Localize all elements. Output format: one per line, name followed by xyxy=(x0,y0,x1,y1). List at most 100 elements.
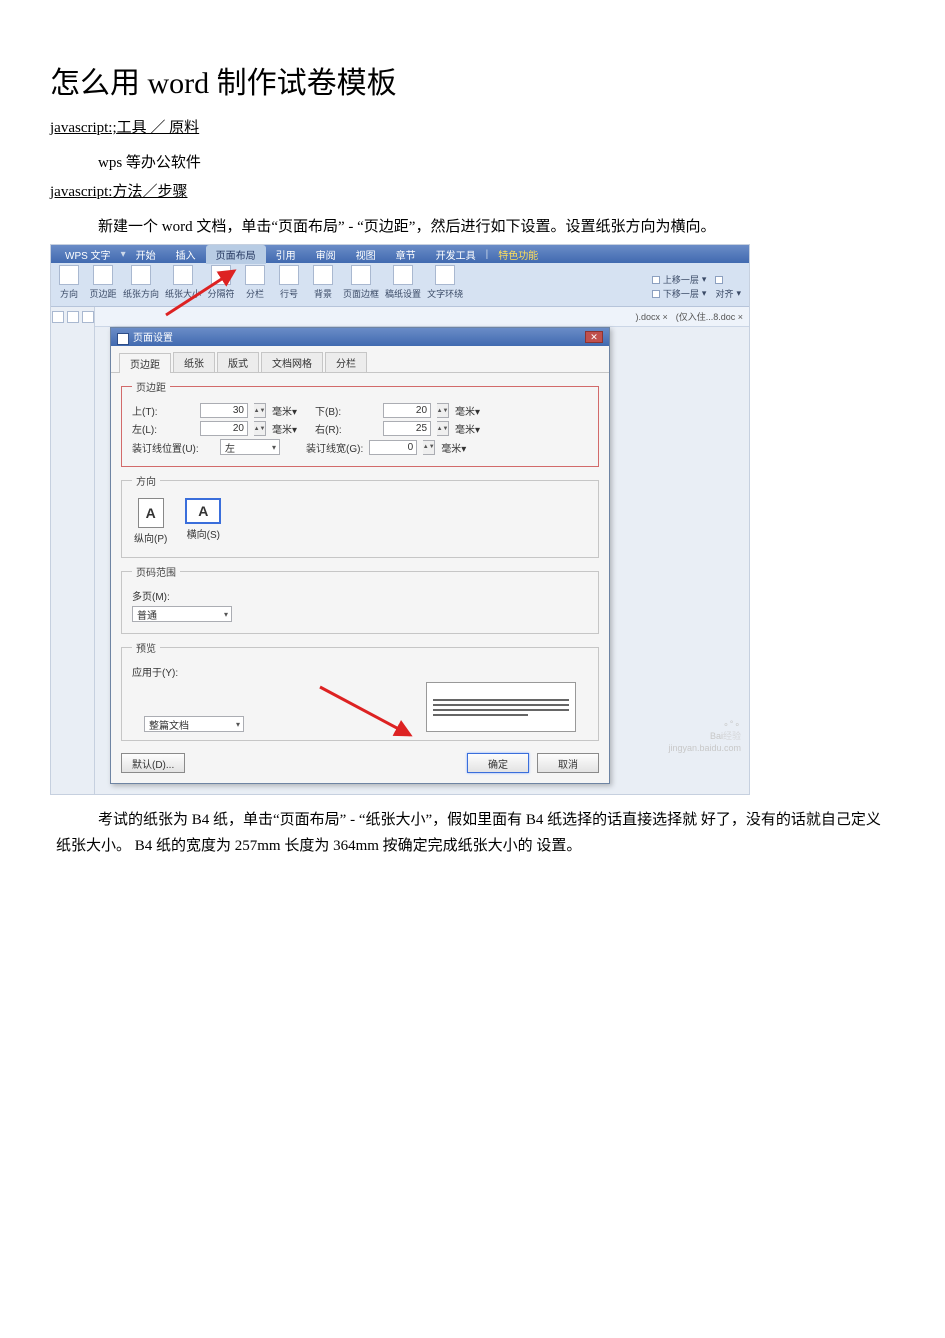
spinner-icon[interactable]: ▲▼ xyxy=(254,403,266,418)
orientation-group: 方向 A 纵向(P) A 横向(S) xyxy=(121,473,599,558)
tab-view[interactable]: 视图 xyxy=(346,245,386,264)
rib-direction[interactable]: 方向 xyxy=(55,265,83,300)
preview-thumbnail xyxy=(426,682,576,732)
landscape-icon: A xyxy=(185,498,221,524)
ribbon-toolbar: 方向 页边距 纸张方向 纸张大小 分隔符 分栏 行号 背景 页面边框 稿纸设置 … xyxy=(51,263,749,307)
rib-breaks[interactable]: 分隔符 xyxy=(207,265,235,300)
right-label: 右(R): xyxy=(315,421,377,436)
link-text: 工具 ／ 原料 xyxy=(117,120,200,136)
tab-special[interactable]: 特色功能 xyxy=(488,245,548,264)
rib-border[interactable]: 页面边框 xyxy=(343,265,379,300)
apply-label: 应用于(Y): xyxy=(132,664,178,679)
app-name: WPS 文字 xyxy=(55,245,121,264)
steps-heading: javascript:方法／步骤 xyxy=(50,180,895,201)
background-icon xyxy=(313,265,333,285)
right-input[interactable]: 25 xyxy=(383,421,431,436)
step1-text: 新建一个 word 文档，单击“页面布局” - “页边距”，然后进行如下设置。设… xyxy=(98,215,895,236)
dlg-tab-layout[interactable]: 版式 xyxy=(217,352,259,372)
qat-icon[interactable] xyxy=(67,311,79,323)
rib-orientation[interactable]: 纸张方向 xyxy=(123,265,159,300)
dlg-tab-grid[interactable]: 文档网格 xyxy=(261,352,323,372)
gutter-width-label: 装订线宽(G): xyxy=(306,440,363,455)
orientation-portrait[interactable]: A 纵向(P) xyxy=(134,498,167,545)
margins-legend: 页边距 xyxy=(132,379,170,394)
tab-start[interactable]: 开始 xyxy=(126,245,166,264)
tab-dev[interactable]: 开发工具 xyxy=(426,245,486,264)
left-input[interactable]: 20 xyxy=(200,421,248,436)
multipage-select[interactable]: 普通 xyxy=(132,606,232,622)
rib-bg[interactable]: 背景 xyxy=(309,265,337,300)
bottom-label: 下(B): xyxy=(315,403,377,418)
ribbon-tab-bar: WPS 文字 ▾ 开始 插入 页面布局 引用 审阅 视图 章节 开发工具 | 特… xyxy=(51,245,749,263)
dlg-tab-paper[interactable]: 纸张 xyxy=(173,352,215,372)
gutter-width-input[interactable]: 0 xyxy=(369,440,417,455)
spinner-icon[interactable]: ▲▼ xyxy=(423,440,435,455)
left-label: 左(L): xyxy=(132,421,194,436)
pages-group: 页码范围 多页(M): 普通 xyxy=(121,564,599,634)
tab-review[interactable]: 审阅 xyxy=(306,245,346,264)
top-label: 上(T): xyxy=(132,403,194,418)
dialog-icon xyxy=(117,333,129,345)
tab-sections[interactable]: 章节 xyxy=(386,245,426,264)
link-text: 方法／步骤 xyxy=(112,184,187,200)
rib-wrap[interactable]: 文字环绕 xyxy=(427,265,463,300)
quick-access-bar xyxy=(51,307,95,794)
watermark-logo-icon: ∘°∘ xyxy=(668,718,741,730)
wps-screenshot: WPS 文字 ▾ 开始 插入 页面布局 引用 审阅 视图 章节 开发工具 | 特… xyxy=(50,244,750,795)
unit: 毫米▾ xyxy=(455,403,480,418)
wrap-icon xyxy=(435,265,455,285)
watermark: ∘°∘ Bai经验 jingyan.baidu.com xyxy=(668,718,741,754)
default-button[interactable]: 默认(D)... xyxy=(121,753,185,773)
columns-icon xyxy=(245,265,265,285)
close-button[interactable]: ✕ xyxy=(585,331,603,343)
tools-text: wps 等办公软件 xyxy=(98,151,895,172)
dialog-tabs: 页边距 纸张 版式 文档网格 分栏 xyxy=(111,348,609,373)
document-tabs: ).docx × (仅入住...8.doc × xyxy=(95,307,749,327)
tab-insert[interactable]: 插入 xyxy=(166,245,206,264)
lineno-icon xyxy=(279,265,299,285)
border-icon xyxy=(351,265,371,285)
orientation-icon xyxy=(131,265,151,285)
gutter-pos-label: 装订线位置(U): xyxy=(132,440,214,455)
link-prefix: javascript: xyxy=(50,184,112,200)
page-setup-dialog: 页面设置 ✕ 页边距 纸张 版式 文档网格 分栏 页边距 xyxy=(110,327,610,784)
doc-tab[interactable]: (仅入住...8.doc × xyxy=(676,310,743,323)
top-input[interactable]: 30 xyxy=(200,403,248,418)
orientation-landscape[interactable]: A 横向(S) xyxy=(185,498,221,545)
orientation-legend: 方向 xyxy=(132,473,160,488)
spinner-icon[interactable]: ▲▼ xyxy=(437,421,449,436)
bring-forward-icon xyxy=(652,276,660,284)
send-back-icon xyxy=(652,290,660,298)
ok-button[interactable]: 确定 xyxy=(467,753,529,773)
rib-papersize[interactable]: 纸张大小 xyxy=(165,265,201,300)
unit: 毫米▾ xyxy=(455,421,480,436)
rib-lineno[interactable]: 行号 xyxy=(275,265,303,300)
tab-references[interactable]: 引用 xyxy=(266,245,306,264)
unit: 毫米▾ xyxy=(272,421,297,436)
gutter-pos-select[interactable]: 左 xyxy=(220,439,280,455)
group-icon xyxy=(715,276,723,284)
dlg-tab-columns[interactable]: 分栏 xyxy=(325,352,367,372)
spinner-icon[interactable]: ▲▼ xyxy=(254,421,266,436)
papersize-icon xyxy=(173,265,193,285)
unit: 毫米▾ xyxy=(272,403,297,418)
qat-icon[interactable] xyxy=(82,311,94,323)
spinner-icon[interactable]: ▲▼ xyxy=(437,403,449,418)
bottom-input[interactable]: 20 xyxy=(383,403,431,418)
cancel-button[interactable]: 取消 xyxy=(537,753,599,773)
rib-genko[interactable]: 稿纸设置 xyxy=(385,265,421,300)
tab-page-layout[interactable]: 页面布局 xyxy=(206,245,266,264)
rib-margins[interactable]: 页边距 xyxy=(89,265,117,300)
tools-heading: javascript:;工具 ／ 原料 xyxy=(50,116,895,137)
rib-arrange: 上移一层 ▾ 下移一层 ▾对齐 ▾ xyxy=(652,273,745,300)
dlg-tab-margins[interactable]: 页边距 xyxy=(119,353,171,373)
preview-legend: 预览 xyxy=(132,640,160,655)
rib-columns[interactable]: 分栏 xyxy=(241,265,269,300)
doc-tab[interactable]: ).docx × xyxy=(635,312,667,322)
dialog-titlebar: 页面设置 ✕ xyxy=(111,328,609,346)
apply-select[interactable]: 整篇文档 xyxy=(144,716,244,732)
pages-legend: 页码范围 xyxy=(132,564,180,579)
direction-icon xyxy=(59,265,79,285)
qat-icon[interactable] xyxy=(52,311,64,323)
dialog-title: 页面设置 xyxy=(133,333,173,344)
